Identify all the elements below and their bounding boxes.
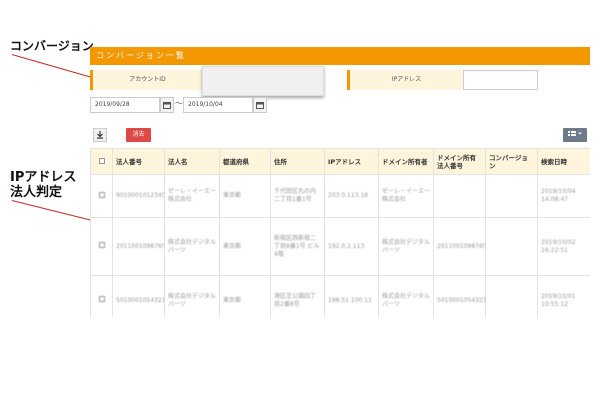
callout-ip-line2: 法人判定 <box>10 185 63 200</box>
table-cell: 2019/10/01 10:55:12 <box>537 275 590 317</box>
table-cell: ゼーレ・イーエー株式会社 <box>164 174 220 218</box>
table-cell <box>485 174 538 218</box>
column-header[interactable]: ドメイン所有者 <box>378 148 434 175</box>
callout-conversion: コンバージョン <box>10 39 94 53</box>
table-cell: 2011001098765 <box>433 217 486 276</box>
table-cell: 192.0.2.113 <box>324 217 379 276</box>
column-header[interactable]: 住所 <box>270 148 325 175</box>
column-header[interactable]: コンバージョン <box>485 148 538 175</box>
date-range: 2019/09/28 〜 2019/10/04 <box>90 97 350 113</box>
table-cell: 東京都 <box>219 217 271 276</box>
column-header[interactable]: IPアドレス <box>324 148 379 175</box>
filter-row: アカウントID IPアドレス <box>90 66 590 96</box>
table-cell: 2011001098765 <box>112 217 165 276</box>
toolbar: 消去 <box>90 128 590 142</box>
column-header[interactable]: 検索日時 <box>537 148 590 175</box>
delete-button[interactable]: 消去 <box>126 128 151 142</box>
table-cell: 新宿区西新宿二丁目8番1号 ビル4階 <box>270 217 325 276</box>
date-to-input[interactable]: 2019/10/04 <box>183 97 253 113</box>
results-table: 法人番号 法人名 都道府県 住所 IPアドレス ドメイン所有者 ドメイン所有法人… <box>90 148 590 317</box>
table-cell: 203.0.113.16 <box>324 174 379 218</box>
grid-icon <box>568 131 582 136</box>
row-checkbox[interactable] <box>90 174 113 218</box>
column-header[interactable]: 都道府県 <box>219 148 271 175</box>
table-cell <box>433 174 486 218</box>
table-cell: 198.51.100.11 <box>324 275 379 317</box>
table-cell: 千代田区丸の内二丁目1番1号 <box>270 174 325 218</box>
column-header[interactable]: ドメイン所有法人番号 <box>433 148 486 175</box>
page-title: コンバージョン一覧 <box>90 47 590 65</box>
table-row[interactable]: 5010001054321 株式会社デジタルパーツ 東京都 港区芝公園四丁目2番… <box>90 275 590 317</box>
table-cell: 株式会社デジタルパーツ <box>164 275 220 317</box>
callout-conversion-line <box>11 54 97 80</box>
table-cell <box>485 275 538 317</box>
table-header-row: 法人番号 法人名 都道府県 住所 IPアドレス ドメイン所有者 ドメイン所有法人… <box>90 148 590 175</box>
calendar-icon[interactable] <box>253 97 267 113</box>
callout-ip-judgement: IPアドレス 法人判定 <box>10 170 76 200</box>
row-checkbox[interactable] <box>90 275 113 317</box>
account-id-input[interactable] <box>202 66 324 96</box>
table-cell: ゼーレ・イーエー株式会社 <box>378 174 434 218</box>
column-header[interactable]: 法人名 <box>164 148 220 175</box>
row-checkbox[interactable] <box>90 217 113 276</box>
table-cell: 2019/10/02 16:22:51 <box>537 217 590 276</box>
table-row[interactable]: 2011001098765 株式会社デジタルパーツ 東京都 新宿区西新宿二丁目8… <box>90 217 590 276</box>
column-header[interactable]: 法人番号 <box>112 148 165 175</box>
calendar-icon[interactable] <box>160 97 174 113</box>
date-separator: 〜 <box>175 99 183 108</box>
download-button[interactable] <box>93 128 107 142</box>
table-cell: 株式会社デジタルパーツ <box>164 217 220 276</box>
ip-address-input[interactable] <box>463 70 538 90</box>
table-cell: 5010001054321 <box>433 275 486 317</box>
table-cell: 東京都 <box>219 174 271 218</box>
callout-ip-line1: IPアドレス <box>10 170 77 185</box>
ip-address-label: IPアドレス <box>347 70 463 90</box>
date-from-input[interactable]: 2019/09/28 <box>90 97 160 113</box>
select-all-checkbox[interactable] <box>90 148 113 175</box>
table-cell: 港区芝公園四丁目2番8号 <box>270 275 325 317</box>
table-row[interactable]: 9010001012345 ゼーレ・イーエー株式会社 東京都 千代田区丸の内二丁… <box>90 174 590 218</box>
table-cell: 株式会社デジタルパーツ <box>378 275 434 317</box>
table-cell <box>485 217 538 276</box>
download-icon <box>97 131 103 139</box>
table-cell: 2019/10/04 14:08:47 <box>537 174 590 218</box>
conversion-list-screen: コンバージョン一覧 アカウントID IPアドレス 2019/09/28 〜 20… <box>90 47 590 317</box>
table-cell: 9010001012345 <box>112 174 165 218</box>
table-cell: 株式会社デジタルパーツ <box>378 217 434 276</box>
column-view-button[interactable] <box>563 128 587 142</box>
table-cell: 東京都 <box>219 275 271 317</box>
callout-ip-line <box>11 200 96 222</box>
account-id-label: アカウントID <box>90 70 202 90</box>
table-cell: 5010001054321 <box>112 275 165 317</box>
